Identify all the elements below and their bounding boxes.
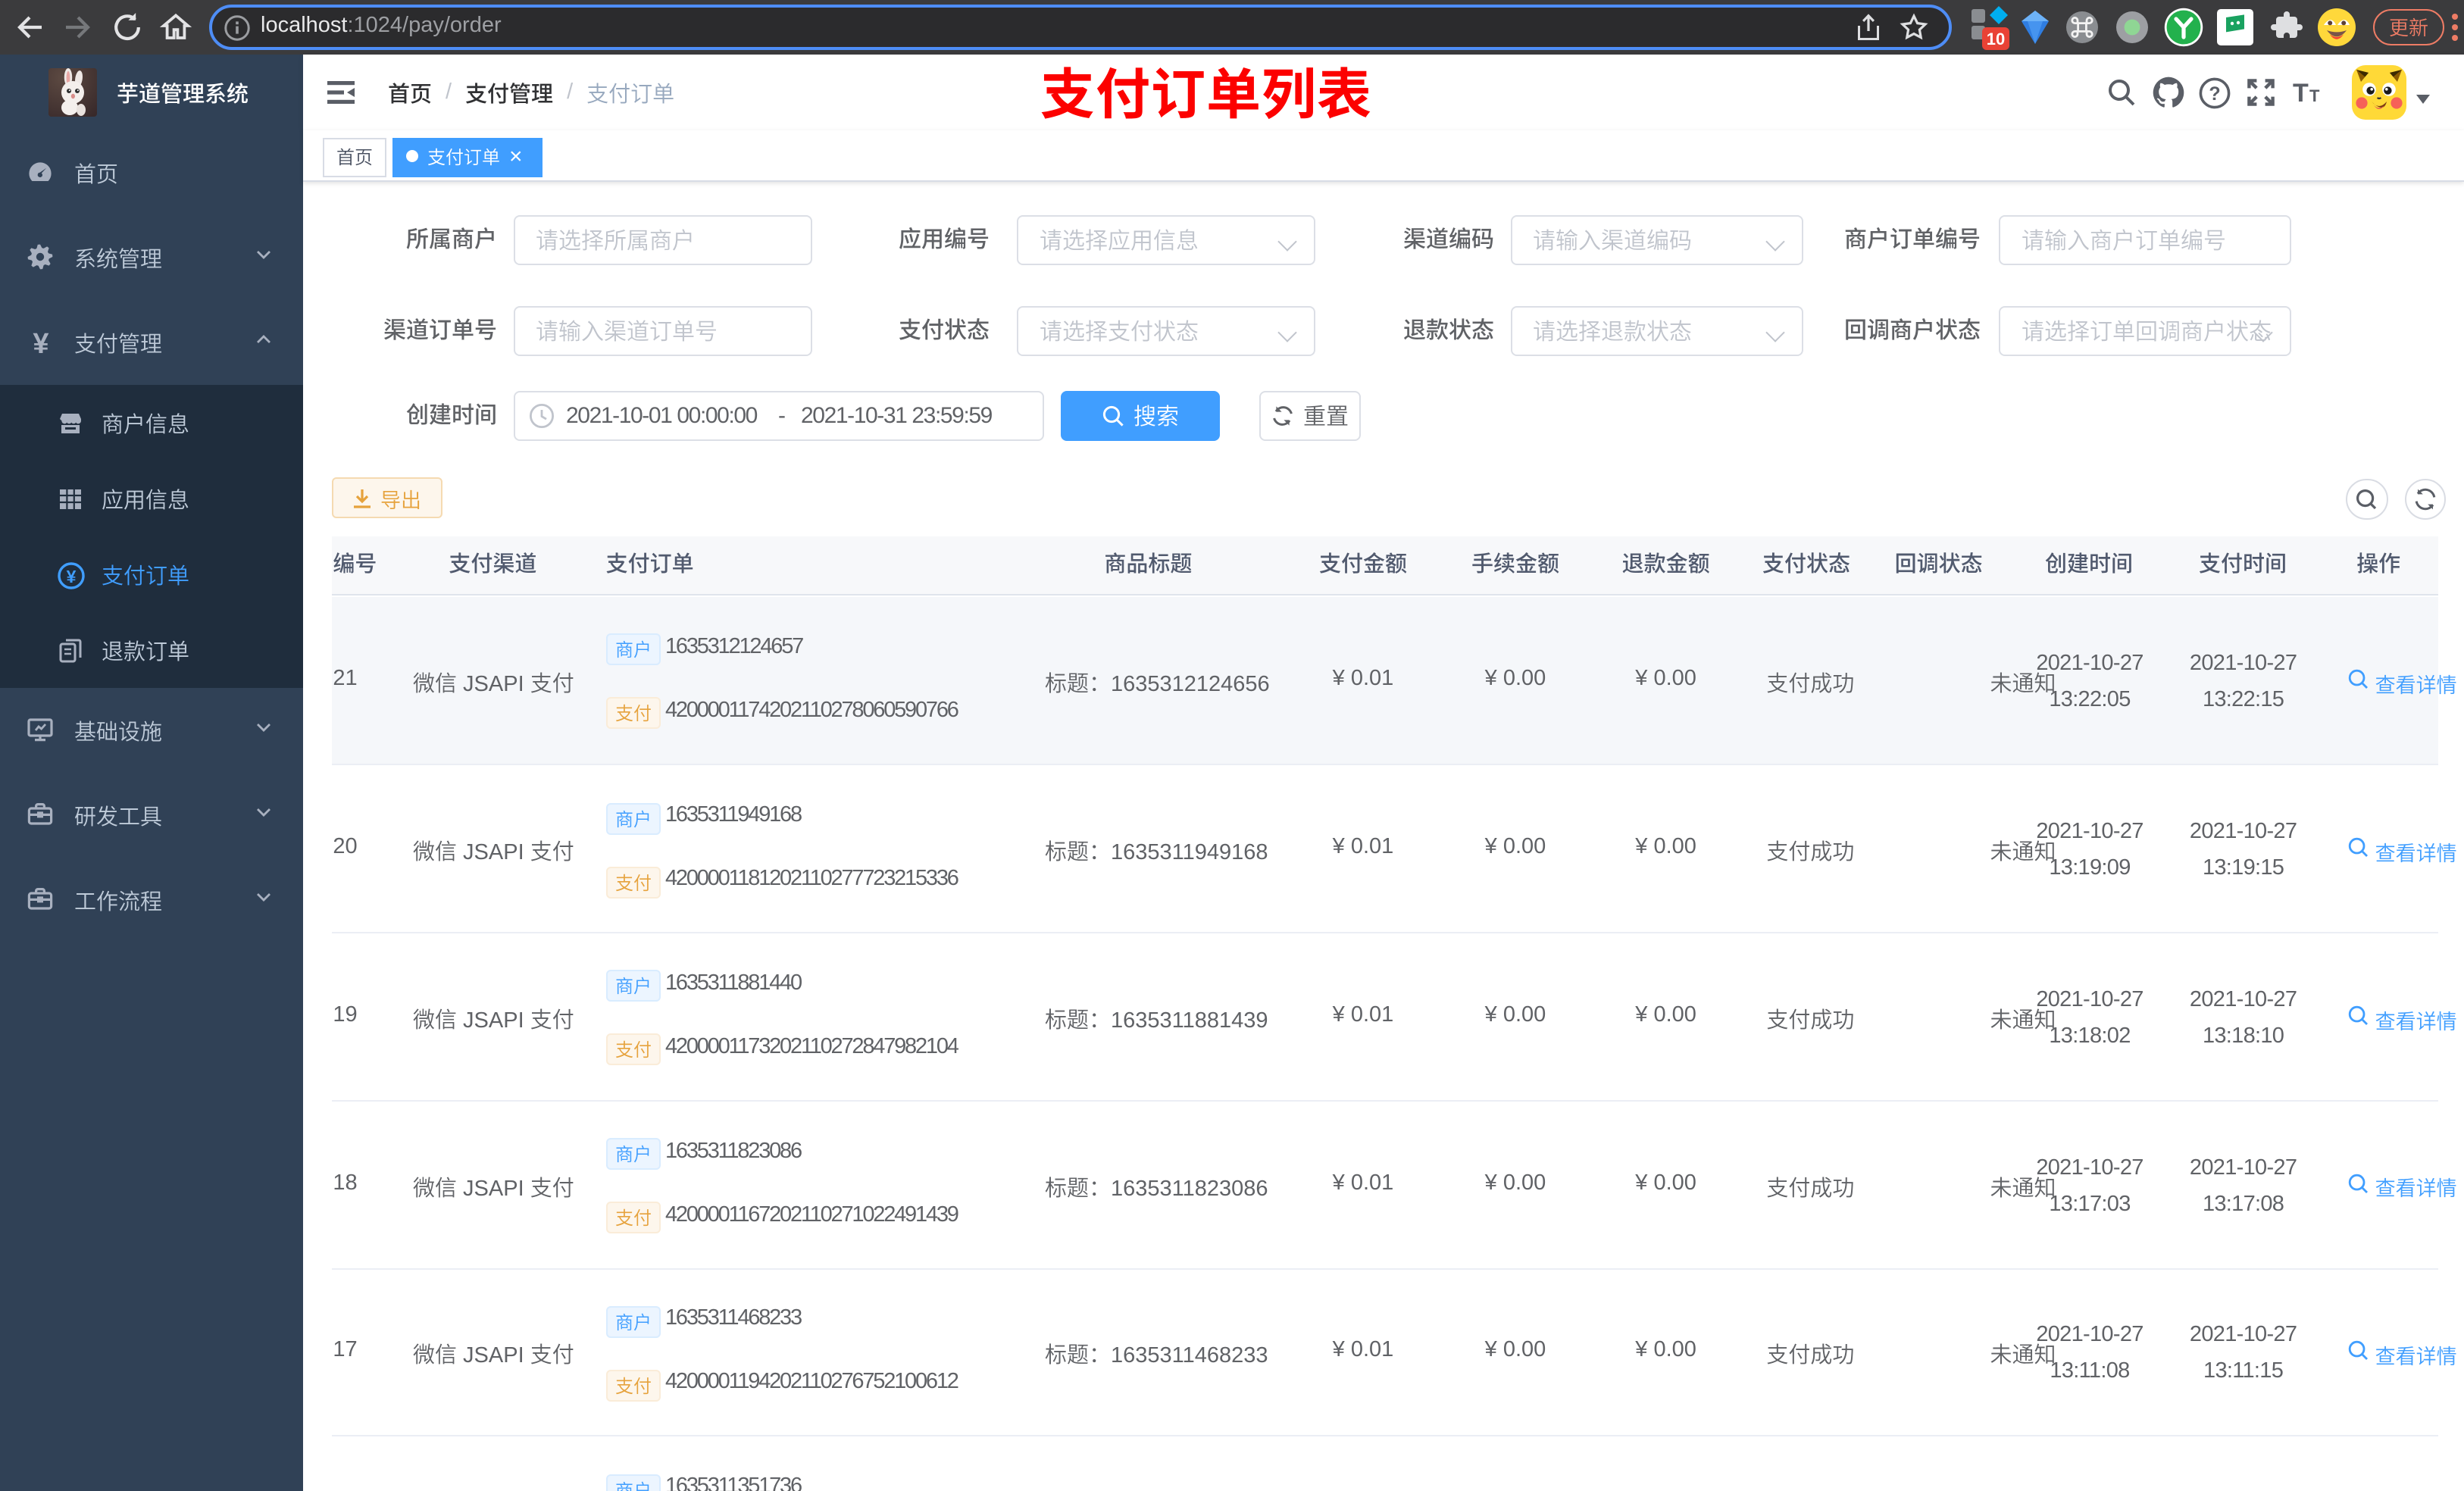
- svg-text:¥: ¥: [67, 566, 77, 586]
- svg-text:?: ?: [2209, 83, 2220, 104]
- svg-text:T: T: [2292, 79, 2308, 108]
- svg-text:10: 10: [1987, 30, 2005, 48]
- svg-text:T: T: [2309, 86, 2319, 105]
- svg-text:¥: ¥: [33, 329, 48, 356]
